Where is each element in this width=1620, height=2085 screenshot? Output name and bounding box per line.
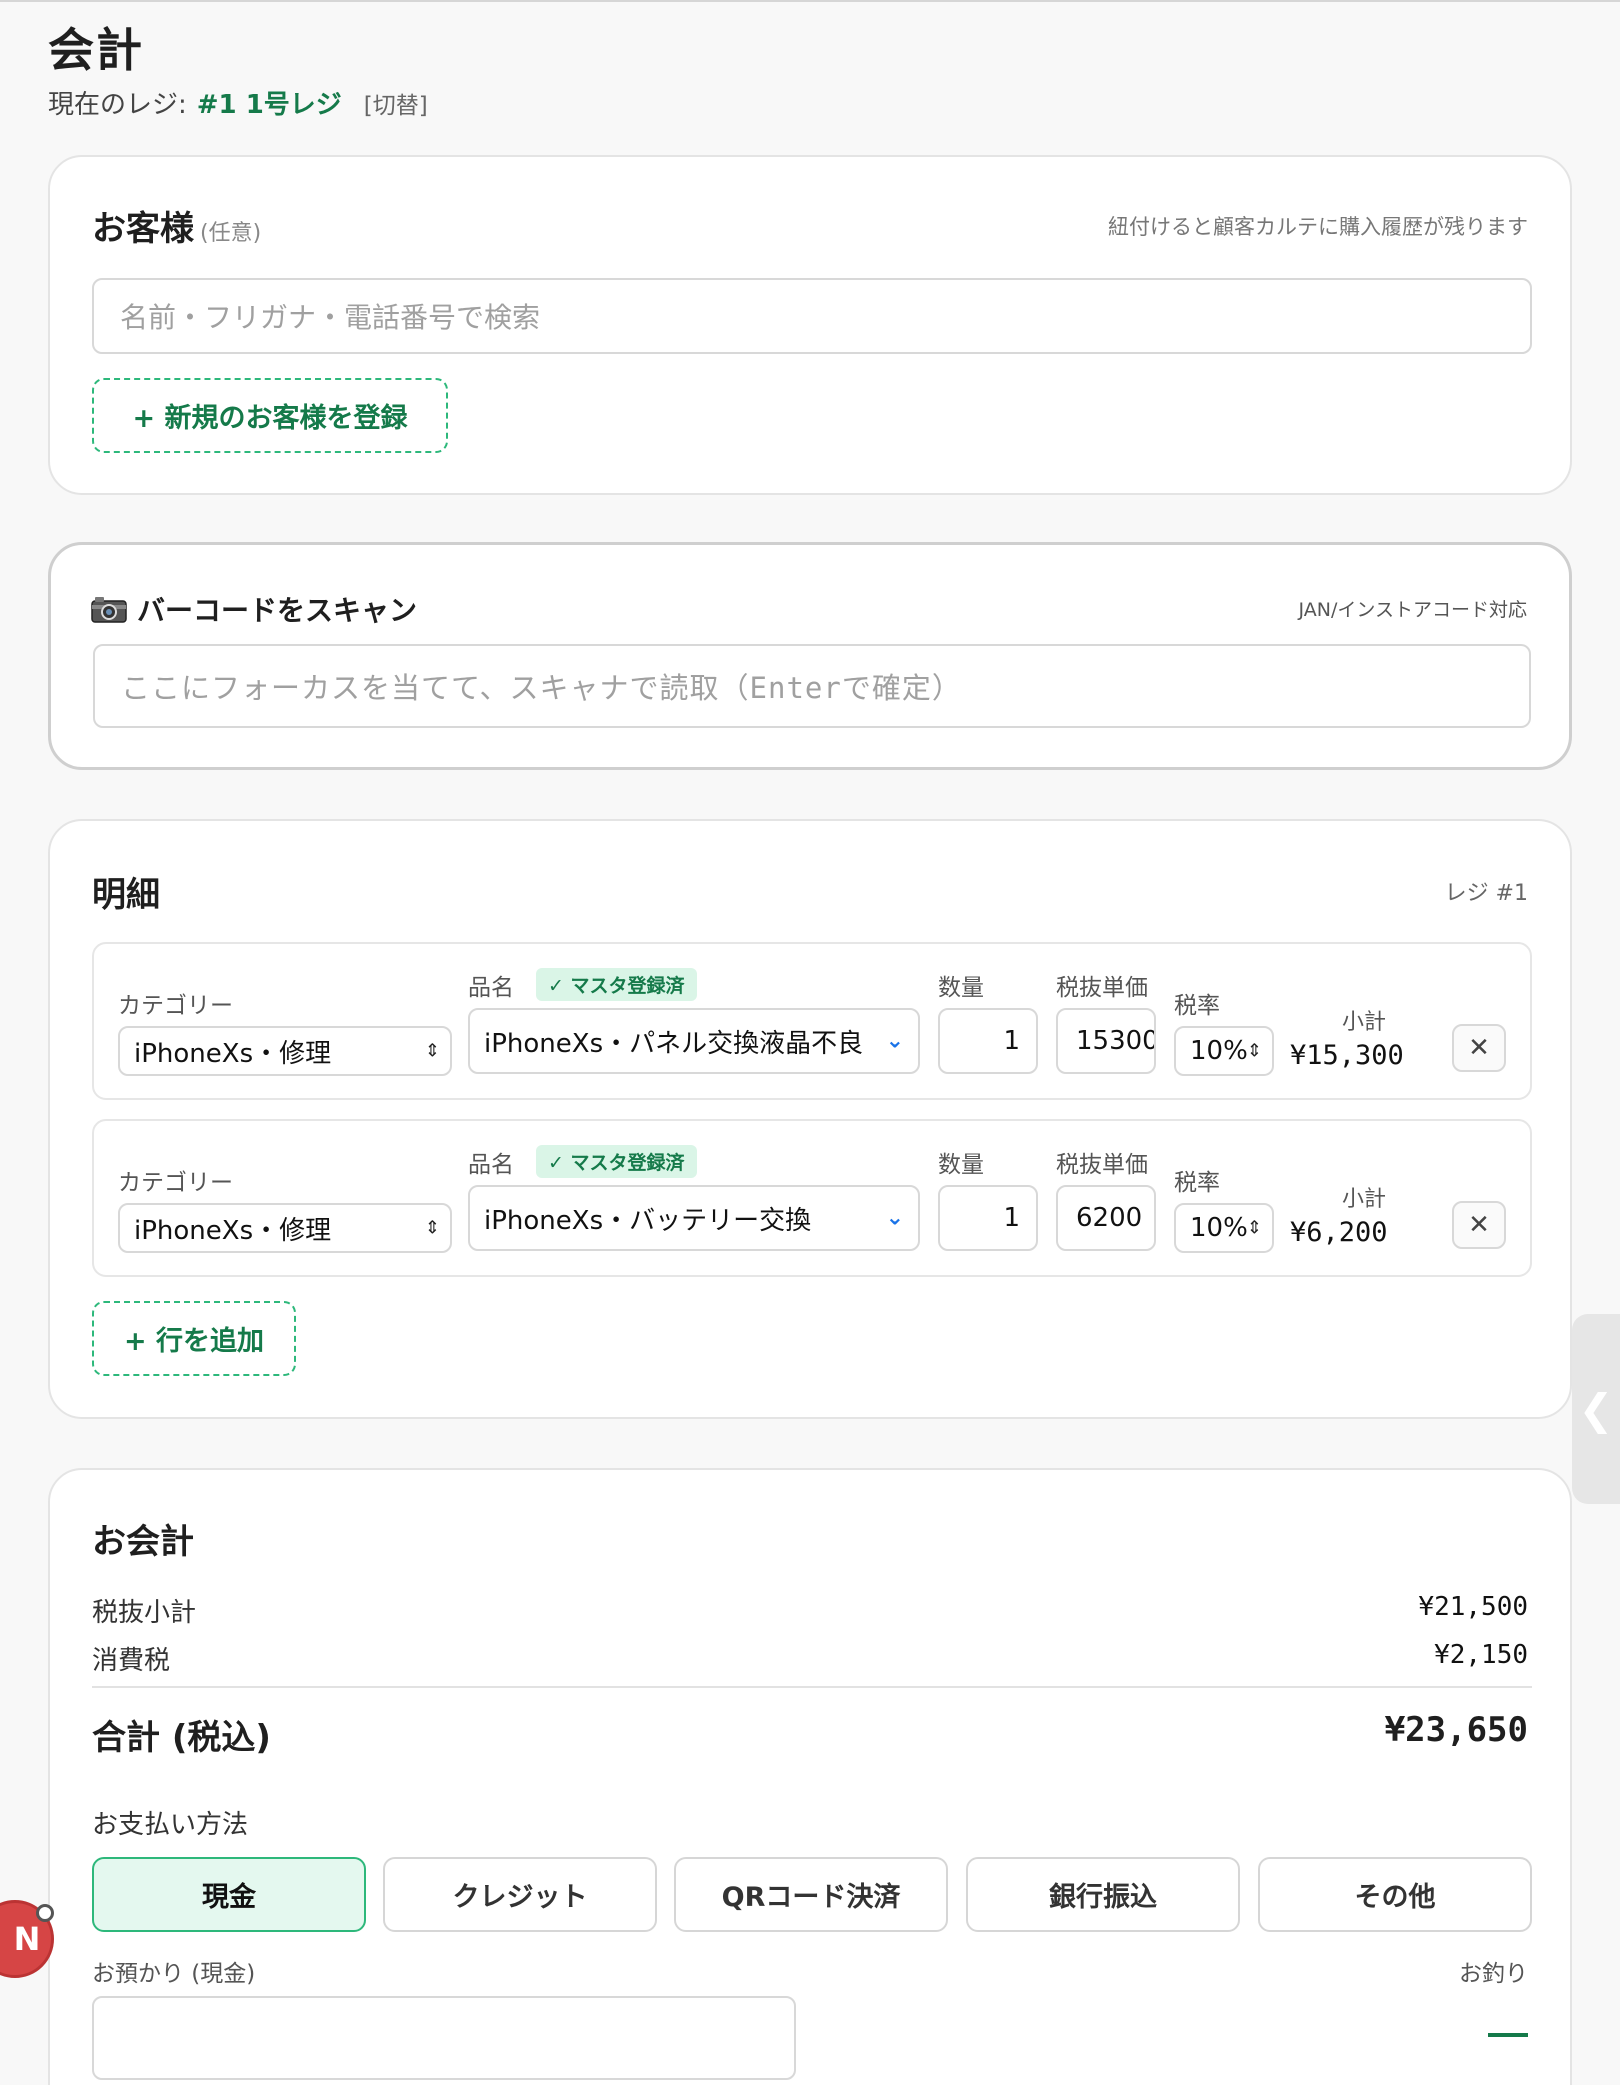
tax-select[interactable]: 10% ⇕ [1174,1026,1274,1076]
total-value: ¥23,650 [1384,1710,1528,1750]
payment-card: お会計 税抜小計 ¥21,500 消費税 ¥2,150 合計 (税込) ¥23,… [48,1468,1572,2085]
customer-note: 紐付けると顧客カルテに購入履歴が残ります [1108,215,1528,239]
category-label: カテゴリー [118,1170,233,1196]
qty-label: 数量 [938,1152,984,1178]
category-value: iPhoneXs・修理 [134,1215,332,1246]
optional-label: (任意) [200,221,262,246]
subtotal-label: 小計 [1342,1010,1387,1035]
barcode-title-text: バーコードをスキャン [137,594,418,627]
barcode-input[interactable]: ここにフォーカスを当てて、スキャナで読取（Enterで確定） [93,644,1531,728]
change-value [1488,2033,1528,2037]
category-value: iPhoneXs・修理 [134,1038,332,1069]
price-input[interactable]: 6200 [1056,1185,1156,1251]
add-customer-button[interactable]: + 新規のお客様を登録 [92,378,448,453]
line-item-row: カテゴリー iPhoneXs・修理 ⇕ 品名 ✓ マスタ登録済 iPhoneXs… [92,942,1532,1100]
chevron-down-icon: ⌄ [885,1205,904,1231]
category-select[interactable]: iPhoneXs・修理 ⇕ [118,1203,452,1253]
items-card: 明細 レジ #1 カテゴリー iPhoneXs・修理 ⇕ 品名 ✓ マスタ登録済… [48,819,1572,1419]
switch-register-link[interactable]: [切替] [364,86,428,120]
pay-other-button[interactable]: その他 [1258,1857,1532,1932]
change-label: お釣り [1459,1961,1528,1987]
price-label: 税抜単価 [1056,1152,1148,1178]
pay-bank-button[interactable]: 銀行振込 [966,1857,1240,1932]
master-registered-badge: ✓ マスタ登録済 [536,1145,697,1178]
product-label: 品名 [468,975,514,1001]
master-registered-badge: ✓ マスタ登録済 [536,968,697,1001]
total-label: 合計 (税込) [92,1718,271,1758]
chevron-down-icon: ⌄ [885,1028,904,1054]
updown-icon: ⇕ [1246,1040,1262,1062]
product-select[interactable]: iPhoneXs・パネル交換液晶不良 ⌄ [468,1008,920,1074]
customer-search-input[interactable]: 名前・フリガナ・電話番号で検索 [92,278,1532,354]
qty-label: 数量 [938,975,984,1001]
top-border [0,0,1620,4]
add-row-button[interactable]: + 行を追加 [92,1301,296,1376]
qty-input[interactable]: 1 [938,1008,1038,1074]
items-title: 明細 [92,875,160,915]
payment-methods-label: お支払い方法 [92,1810,249,1840]
register-name: #1 1号レジ [196,90,342,120]
remove-row-button[interactable]: ✕ [1452,1201,1506,1249]
barcode-note: JAN/インストアコード対応 [1298,599,1527,621]
deposit-input[interactable] [92,1996,796,2080]
price-label: 税抜単価 [1056,975,1148,1001]
subtotal-value: ¥21,500 [1418,1592,1528,1622]
close-icon: ✕ [1468,1033,1490,1063]
product-select[interactable]: iPhoneXs・バッテリー交換 ⌄ [468,1185,920,1251]
category-label: カテゴリー [118,993,233,1019]
chevron-left-icon: ❮ [1578,1384,1614,1434]
customer-card: お客様 (任意) 紐付けると顧客カルテに購入履歴が残ります 名前・フリガナ・電話番… [48,155,1572,495]
subtotal-label: 税抜小計 [92,1598,197,1628]
camera-icon [91,597,127,623]
pay-qr-button[interactable]: QRコード決済 [674,1857,948,1932]
barcode-card: バーコードをスキャン JAN/インストアコード対応 ここにフォーカスを当てて、ス… [48,542,1572,770]
tax-select[interactable]: 10% ⇕ [1174,1203,1274,1253]
line-item-row: カテゴリー iPhoneXs・修理 ⇕ 品名 ✓ マスタ登録済 iPhoneXs… [92,1119,1532,1277]
subtotal-label: 小計 [1342,1187,1387,1212]
product-value: iPhoneXs・パネル交換液晶不良 [484,1028,864,1059]
category-select[interactable]: iPhoneXs・修理 ⇕ [118,1026,452,1076]
side-panel-handle[interactable]: ❮ [1572,1314,1620,1504]
pay-credit-button[interactable]: クレジット [383,1857,657,1932]
line-subtotal: ¥6,200 [1290,1217,1388,1248]
price-input[interactable]: 15300 [1056,1008,1156,1074]
tax-label: 税率 [1174,1170,1220,1196]
tax-value: ¥2,150 [1434,1640,1528,1670]
pay-cash-button[interactable]: 現金 [92,1857,366,1932]
page-title: 会計 [48,23,144,77]
current-register: 現在のレジ: #1 1号レジ [切替] [48,84,428,121]
customer-title: お客様 (任意) [92,201,261,250]
close-icon: ✕ [1468,1210,1490,1240]
tax-label: 消費税 [92,1646,171,1676]
qty-input[interactable]: 1 [938,1185,1038,1251]
tax-value: 10% [1190,1213,1248,1243]
updown-icon: ⇕ [1246,1217,1262,1239]
product-label: 品名 [468,1152,514,1178]
updown-icon: ⇕ [424,1217,440,1239]
product-value: iPhoneXs・バッテリー交換 [484,1205,812,1236]
barcode-title: バーコードをスキャン [91,589,417,629]
register-label: 現在のレジ: [48,90,187,120]
notification-dot [36,1904,54,1922]
summary-divider [92,1686,1532,1688]
remove-row-button[interactable]: ✕ [1452,1024,1506,1072]
line-subtotal: ¥15,300 [1290,1040,1404,1071]
customer-title-text: お客様 [92,209,194,249]
tax-label: 税率 [1174,993,1220,1019]
items-register-tag: レジ #1 [1444,881,1528,906]
updown-icon: ⇕ [424,1040,440,1062]
tax-value: 10% [1190,1036,1248,1066]
deposit-label: お預かり (現金) [92,1961,256,1987]
payment-title: お会計 [92,1522,194,1562]
